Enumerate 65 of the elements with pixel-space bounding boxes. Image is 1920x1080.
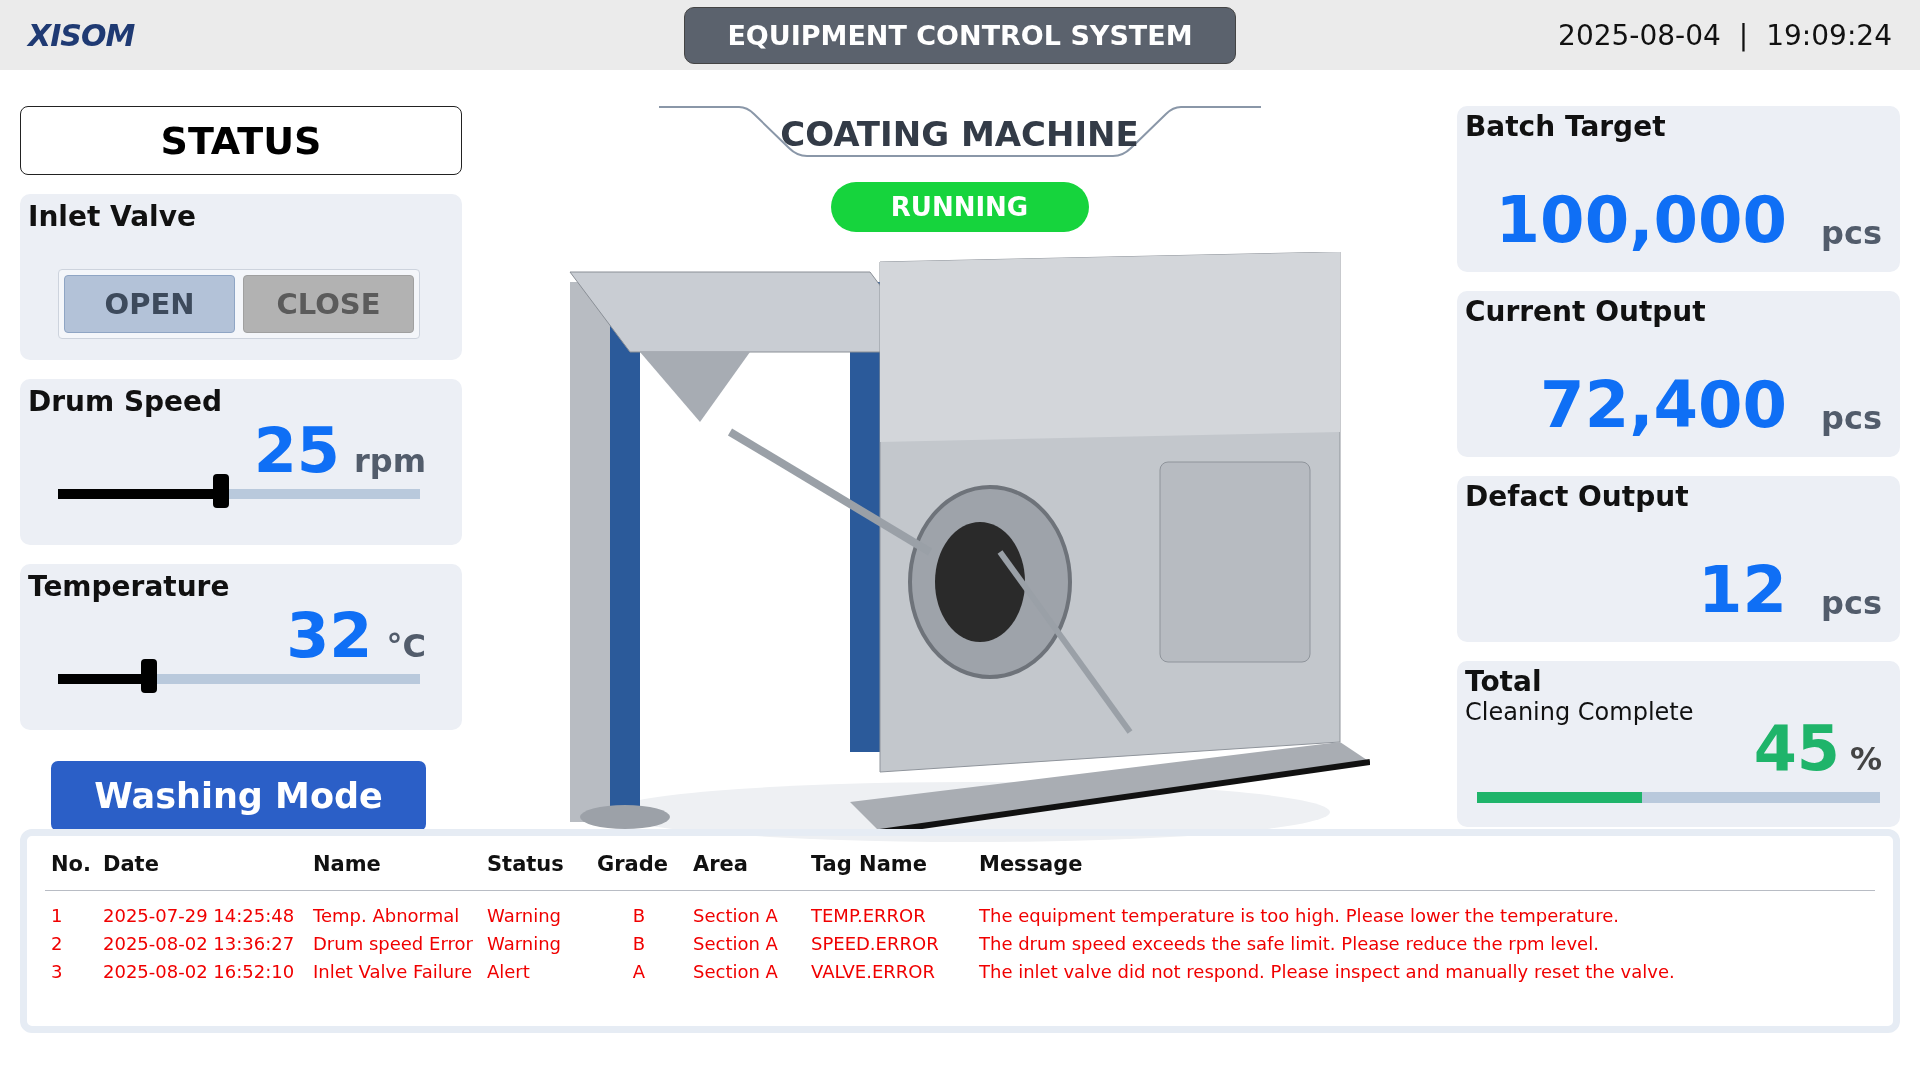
counter-value: 12 xyxy=(1698,558,1788,622)
slider-thumb[interactable] xyxy=(140,659,157,694)
card-label: Total xyxy=(1465,665,1543,698)
table-cell: Section A xyxy=(687,890,805,929)
table-cell-text: Warning xyxy=(486,932,562,956)
column-header: No. xyxy=(45,848,97,891)
table-cell-text: Section A xyxy=(692,932,779,956)
column-header: Name xyxy=(307,848,481,891)
table-cell-text: 2 xyxy=(50,932,64,956)
table-cell-text: The inlet valve did not respond. Please inspect and manually reset the valve. xyxy=(978,960,1676,984)
table-cell: 1 xyxy=(45,890,97,929)
card-label: Inlet Valve xyxy=(28,200,197,233)
card-label: Defact Output xyxy=(1465,480,1690,513)
table-cell: The equipment temperature is too high. Please lower the temperature. xyxy=(973,890,1875,929)
unit-text: °C xyxy=(386,627,426,665)
table-cell-text: SPEED.ERROR xyxy=(810,932,940,956)
table-cell: Warning xyxy=(481,890,591,929)
table-cell: Temp. Abnormal xyxy=(307,890,481,929)
machine-title: COATING MACHINE xyxy=(780,114,1139,154)
percent-value: 45 xyxy=(1753,718,1840,780)
table-cell-text: Section A xyxy=(692,960,779,984)
table-cell-text: B xyxy=(631,932,647,956)
table-cell: TEMP.ERROR xyxy=(805,890,973,929)
column-header: Area xyxy=(687,848,805,891)
table-cell-text: 3 xyxy=(50,960,64,984)
table-cell: B xyxy=(591,890,687,929)
date-text: 2025-08-04 xyxy=(1558,18,1721,52)
status-title: STATUS xyxy=(20,106,462,175)
system-title: EQUIPMENT CONTROL SYSTEM xyxy=(684,6,1236,64)
unit-text: pcs xyxy=(1821,399,1882,437)
card-subtitle: Cleaning Complete xyxy=(1465,698,1695,726)
card-label: Batch Target xyxy=(1465,110,1667,143)
counter-value: 100,000 xyxy=(1495,188,1788,252)
unit-text: pcs xyxy=(1821,214,1882,252)
table-cell-text: 2025-08-02 13:36:27 xyxy=(102,932,296,956)
gauge-value: 25 xyxy=(253,418,340,484)
table-cell-text: Drum speed Error xyxy=(312,932,474,956)
unit-text: % xyxy=(1849,740,1882,778)
table-cell-text: A xyxy=(631,960,647,984)
column-header: Grade xyxy=(591,848,687,891)
column-header: Tag Name xyxy=(805,848,973,891)
unit-text: pcs xyxy=(1821,584,1882,622)
gauge-value: 32 xyxy=(286,603,373,669)
table-cell-text: The drum speed exceeds the safe limit. Please reduce the rpm level. xyxy=(978,932,1600,956)
column-header: Date xyxy=(97,848,307,891)
logo: XISOM xyxy=(28,17,135,53)
table-cell-text: VALVE.ERROR xyxy=(810,960,936,984)
valve-option-button[interactable]: OPEN xyxy=(64,275,235,333)
card-label: Drum Speed xyxy=(28,385,224,418)
washing-mode-button[interactable]: Washing Mode xyxy=(51,761,426,831)
valve-option-button[interactable]: CLOSE xyxy=(243,275,414,333)
time-text: 19:09:24 xyxy=(1766,18,1892,52)
column-header: Message xyxy=(973,848,1875,891)
unit-text: rpm xyxy=(353,442,426,480)
card-label: Current Output xyxy=(1465,295,1707,328)
table-cell-text: 2025-08-02 16:52:10 xyxy=(102,960,296,984)
running-status-badge: RUNNING xyxy=(830,182,1089,232)
separator-text: | xyxy=(1738,18,1749,52)
card-label: Temperature xyxy=(28,570,231,603)
table-cell: 2025-07-29 14:25:48 xyxy=(97,890,307,929)
table-cell-text: Inlet Valve Failure xyxy=(312,960,474,984)
counter-value: 72,400 xyxy=(1540,373,1788,437)
slider-thumb[interactable] xyxy=(212,474,229,509)
column-header: Status xyxy=(481,848,591,891)
table-cell-text: Alert xyxy=(486,960,531,984)
